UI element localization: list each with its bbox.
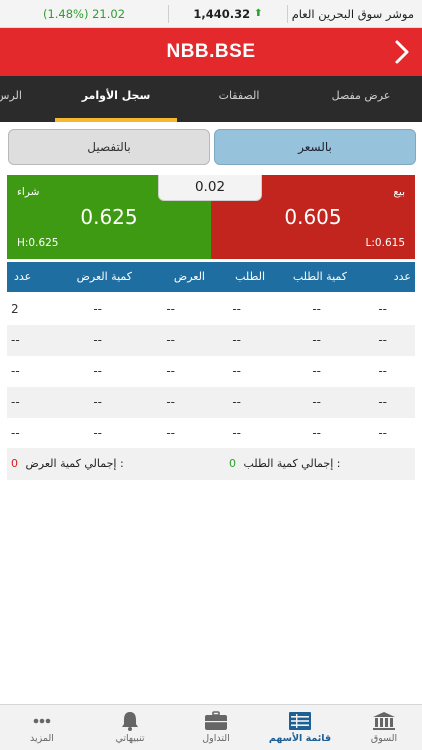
ask-count-cell: 2: [11, 302, 19, 316]
tabbar-alerts-label: تنبيهاتي: [115, 733, 145, 744]
header-bar: NBB.BSE: [0, 28, 422, 76]
tabbar-stock-list[interactable]: قائمة الأسهم: [258, 705, 342, 750]
bid-count-cell: --: [378, 333, 387, 347]
order-book-header: عدد كمية الطلب الطلب العرض كمية العرض عد…: [7, 262, 415, 292]
bid-count-cell: --: [378, 426, 387, 440]
low-price: L:0.615: [365, 237, 405, 249]
ask-count-cell: --: [11, 333, 20, 347]
ask-cell: --: [166, 364, 175, 378]
table-row: -- -- -- -- -- 2: [7, 294, 415, 325]
total-ask-value: 0: [11, 457, 18, 470]
more-icon: [33, 718, 51, 724]
spread-value: 0.02: [158, 175, 262, 201]
bid-qty-cell: --: [312, 302, 321, 316]
buy-price: 0.625: [80, 205, 138, 229]
bid-qty-cell: --: [312, 333, 321, 347]
index-name: موشر سوق البحرين العام: [291, 6, 414, 21]
bid-qty-cell: --: [312, 426, 321, 440]
bank-icon: [373, 712, 395, 730]
index-value-wrap: 1,440.32 ⬆: [169, 7, 287, 21]
tabbar-stock-list-label: قائمة الأسهم: [268, 733, 332, 744]
header-ask-qty: كمية العرض: [76, 270, 132, 283]
ask-qty-cell: --: [93, 395, 102, 409]
ask-qty-cell: --: [93, 333, 102, 347]
tabbar-more[interactable]: المزيد: [0, 705, 84, 750]
bid-count-cell: --: [378, 395, 387, 409]
up-arrow-icon: ⬆: [254, 8, 263, 19]
briefcase-icon: [205, 711, 227, 730]
bid-cell: --: [232, 302, 241, 316]
tabbar-market-label: السوق: [370, 733, 398, 744]
header-bid: الطلب: [235, 270, 265, 283]
bid-cell: --: [232, 333, 241, 347]
ask-cell: --: [166, 395, 175, 409]
bottom-tab-bar: السوق قائمة الأسهم التداول تنبيهاتي المز…: [0, 704, 422, 750]
chevron-right-icon[interactable]: [390, 39, 414, 65]
total-ask-wrap: 0 إجمالي كمية العرض :: [11, 457, 124, 470]
page-title: NBB.BSE: [166, 41, 256, 62]
bid-cell: --: [232, 426, 241, 440]
total-bid-wrap: 0 إجمالي كمية الطلب :: [229, 457, 340, 470]
tab-detailed-view[interactable]: عرض مفصل: [300, 76, 422, 122]
bid-cell: --: [232, 395, 241, 409]
bell-icon: [122, 712, 138, 731]
ask-count-cell: --: [11, 426, 20, 440]
buy-label: شراء: [17, 186, 40, 198]
table-row: -- -- -- -- -- --: [7, 356, 415, 387]
tabbar-market[interactable]: السوق: [342, 705, 422, 750]
header-bid-qty: كمية الطلب: [292, 270, 347, 283]
high-price: H:0.625: [17, 237, 59, 249]
tabbar-more-label: المزيد: [30, 733, 54, 744]
tab-strip: عرض مفصل الصفقات سجل الأوامر الرس: [0, 76, 422, 122]
ask-qty-cell: --: [93, 426, 102, 440]
index-value: 1,440.32: [193, 6, 251, 21]
total-bid-label: إجمالي كمية الطلب :: [243, 457, 341, 470]
index-change: (1.48%) 21.02: [42, 6, 126, 21]
table-row: -- -- -- -- -- --: [7, 325, 415, 356]
ask-qty-cell: --: [93, 302, 102, 316]
tab-order-book[interactable]: سجل الأوامر: [55, 76, 177, 122]
total-bid-value: 0: [229, 457, 236, 470]
tabbar-trading[interactable]: التداول: [174, 705, 258, 750]
bid-count-cell: --: [378, 302, 387, 316]
tab-trades[interactable]: الصفقات: [178, 76, 300, 122]
tabbar-alerts[interactable]: تنبيهاتي: [88, 705, 172, 750]
active-tab-indicator: [55, 118, 177, 122]
header-bid-count: عدد: [393, 270, 411, 283]
list-icon: [289, 712, 311, 730]
bid-qty-cell: --: [312, 364, 321, 378]
totals-row: 0 إجمالي كمية العرض : 0 إجمالي كمية الطل…: [7, 448, 415, 480]
table-row: -- -- -- -- -- --: [7, 387, 415, 418]
index-ticker: (1.48%) 21.02 1,440.32 ⬆ موشر سوق البحري…: [0, 0, 422, 28]
bid-count-cell: --: [378, 364, 387, 378]
tabbar-trading-label: التداول: [202, 733, 230, 744]
bid-qty-cell: --: [312, 395, 321, 409]
header-ask-count: عدد: [14, 270, 32, 283]
table-row: -- -- -- -- -- --: [7, 418, 415, 449]
ask-count-cell: --: [11, 364, 20, 378]
detailed-toggle-button[interactable]: بالتفصيل: [8, 129, 210, 165]
header-ask: العرض: [173, 270, 205, 283]
ask-count-cell: --: [11, 395, 20, 409]
bid-cell: --: [232, 364, 241, 378]
ask-cell: --: [166, 426, 175, 440]
ask-qty-cell: --: [93, 364, 102, 378]
total-ask-label: إجمالي كمية العرض :: [25, 457, 124, 470]
sell-label: بيع: [393, 186, 405, 198]
ask-cell: --: [166, 302, 175, 316]
ask-cell: --: [166, 333, 175, 347]
tab-chart[interactable]: الرس: [0, 76, 22, 122]
by-price-toggle-button[interactable]: بالسعر: [214, 129, 416, 165]
sell-price: 0.605: [284, 205, 342, 229]
